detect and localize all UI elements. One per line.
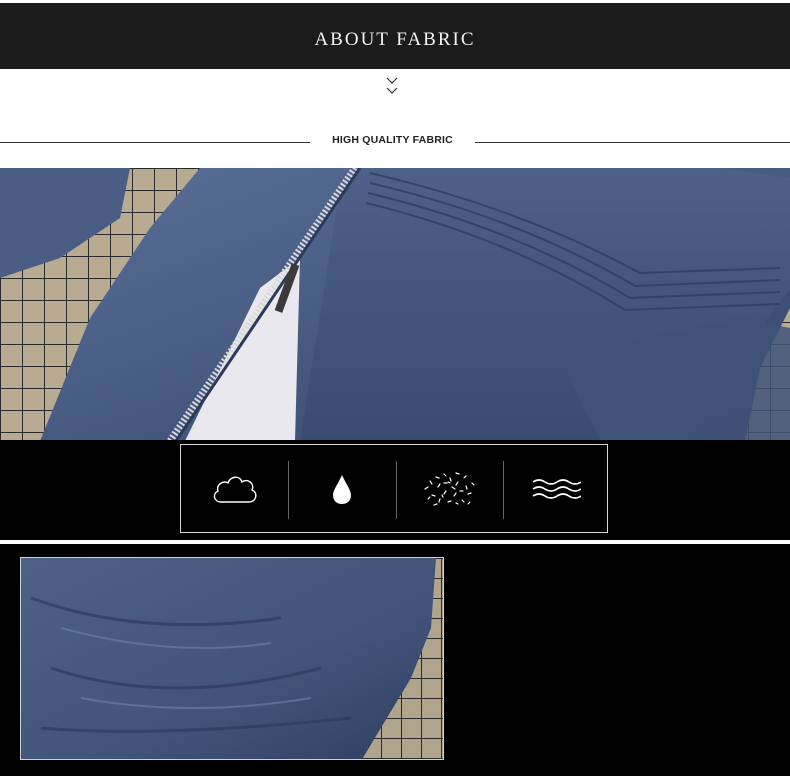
divider-left [0,142,310,143]
feature-item [395,445,502,532]
double-chevron-down-icon [386,77,398,94]
feature-item [288,445,395,532]
feature-item [502,445,609,532]
jacket-zipper-photo [0,168,790,441]
section-subtitle: HIGH QUALITY FABRIC [332,134,453,146]
fabric-detail-photo [20,557,444,760]
waves-icon [532,478,581,499]
header-banner: ABOUT FABRIC [0,3,790,69]
page-title: ABOUT FABRIC [314,29,476,50]
cloud-icon [213,476,256,503]
water-drop-icon [332,474,351,504]
detail-band [0,544,790,776]
feature-item [181,445,288,532]
feature-icons-panel [180,444,608,533]
feature-band [0,440,790,540]
divider-right [475,142,790,143]
fibers-icon [423,471,475,506]
